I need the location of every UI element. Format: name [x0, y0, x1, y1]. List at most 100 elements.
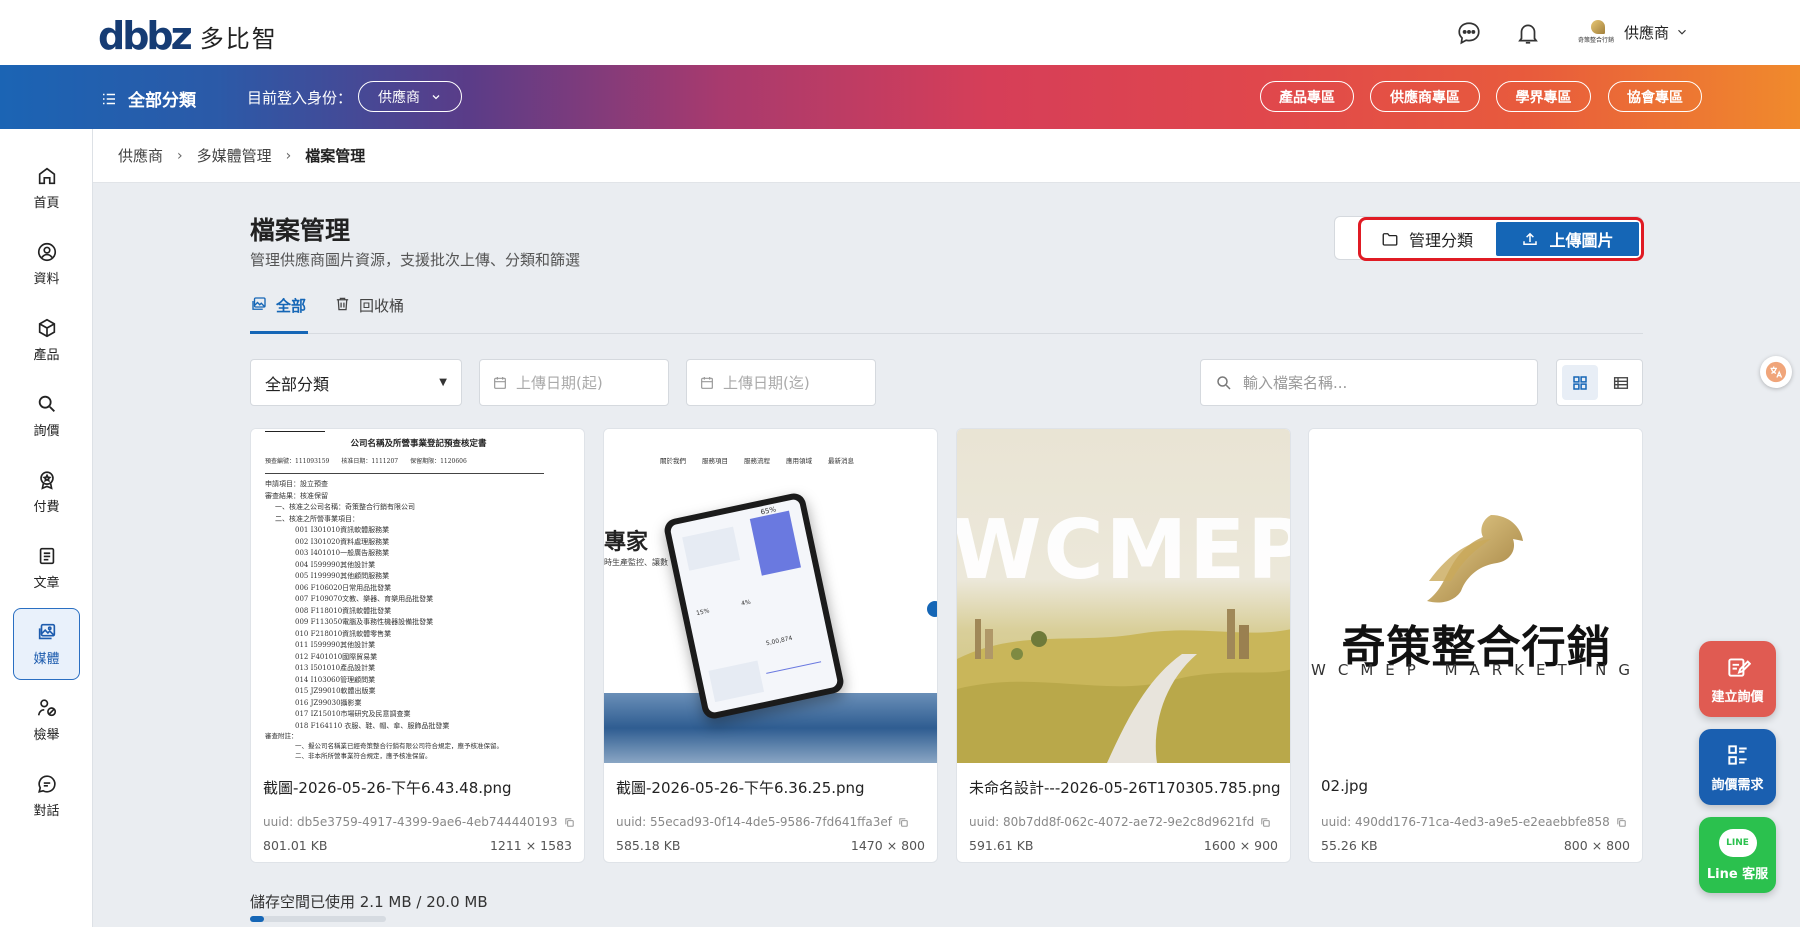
role-select[interactable]: 供應商 — [358, 81, 462, 112]
sidebar-item-label: 對話 — [33, 804, 60, 819]
doc-line: 審查附註： — [265, 732, 298, 740]
landscape-illustration — [957, 609, 1290, 763]
file-uuid-text: uuid: db5e3759-4917-4399-9ae6-4eb7444401… — [263, 815, 558, 829]
document-icon — [39, 547, 54, 565]
date-start-input[interactable]: 上傳日期(起) — [479, 359, 669, 406]
doc-line: 二、非本所所營事業符合規定，應予核准保留。 — [295, 752, 432, 760]
storage-progress-fill — [250, 916, 265, 922]
doc-line: 007 F109070文教、樂器、育樂用品批發業 — [295, 595, 434, 603]
doc-title: 公司名稱及所營事業登記預查核定書 — [350, 439, 487, 449]
all-categories-button[interactable]: 全部分類 — [100, 86, 196, 111]
sidebar-item-profile[interactable]: 資料 — [13, 228, 80, 300]
zone-button-suppliers[interactable]: 供應商專區 — [1370, 81, 1480, 112]
doc-line: 一、核准之公司名稱：奇策整合行銷有限公司 — [275, 503, 415, 511]
date-start-placeholder: 上傳日期(起) — [516, 374, 603, 392]
sidebar-item-products[interactable]: 產品 — [13, 304, 80, 376]
sidebar-item-home[interactable]: 首頁 — [13, 152, 80, 224]
zone-button-academia[interactable]: 學界專區 — [1496, 81, 1591, 112]
breadcrumb-item-supplier[interactable]: 供應商 — [118, 145, 163, 166]
file-size: 55.26 KB — [1321, 838, 1378, 853]
tab-all[interactable]: 全部 — [250, 295, 308, 334]
file-card[interactable]: WCMEP 未命名設計---2026-05-26T170305.785.png … — [956, 428, 1291, 863]
doc-line: 005 I199990其他顧問服務業 — [295, 572, 390, 580]
file-name: 未命名設計---2026-05-26T170305.785.png — [969, 779, 1281, 797]
doc-line: 010 F218010資訊軟體零售業 — [295, 629, 392, 638]
date-end-placeholder: 上傳日期(迄) — [723, 374, 810, 392]
copy-icon[interactable] — [1616, 817, 1627, 828]
role-label: 目前登入身份： — [247, 89, 353, 107]
tablet-mockup: 65% 15% 4% 5,00,874 — [662, 491, 846, 721]
file-card[interactable]: 公司名稱及所營事業登記預查核定書 預查編號：111093159 核准日期：111… — [250, 428, 585, 863]
zone-button-products[interactable]: 產品專區 — [1260, 81, 1354, 112]
upload-image-button[interactable]: 上傳圖片 — [1496, 222, 1639, 256]
tab-label: 回收桶 — [359, 297, 405, 315]
sidebar-item-report[interactable]: 檢舉 — [13, 684, 80, 756]
web-subheading: 時生產監控、讓數 — [604, 558, 668, 567]
file-size: 591.61 KB — [969, 838, 1034, 853]
doc-line: 二、核准之所營事業項目： — [275, 514, 359, 523]
grid-icon — [1573, 375, 1587, 390]
tab-recycle-bin[interactable]: 回收桶 — [334, 295, 404, 334]
page-subtitle: 管理供應商圖片資源，支援批次上傳、分類和篩選 — [250, 251, 581, 269]
inquiry-needs-button[interactable]: 詢價需求 — [1699, 729, 1776, 805]
table-list-icon — [1613, 376, 1629, 389]
file-uuid: uuid: db5e3759-4917-4399-9ae6-4eb7444401… — [263, 815, 575, 829]
category-nav-bar: 全部分類 目前登入身份： 供應商 產品專區 供應商專區 學界專區 協會專區 — [0, 65, 1800, 129]
doc-line: 一、擬公司名稱業已經奇策整合行銷有限公司符合規定，應予核准保留。 — [295, 742, 503, 750]
web-nav-item: 最新消息 — [828, 457, 854, 465]
date-end-input[interactable]: 上傳日期(迄) — [686, 359, 876, 406]
file-thumbnail-banner: WCMEP — [957, 429, 1290, 763]
line-support-label: Line 客服 — [1706, 866, 1769, 882]
home-icon — [38, 167, 55, 185]
manage-categories-button[interactable]: 管理分類 — [1362, 222, 1492, 256]
dash-highlight-card — [749, 510, 801, 576]
dash-pct: 15% — [695, 607, 711, 618]
user-menu[interactable]: 奇策整合行銷 供應商 — [1578, 19, 1689, 45]
category-filter-select[interactable]: 全部分類 ▼ — [250, 359, 462, 406]
folder-icon — [1382, 233, 1398, 246]
chat-icon[interactable] — [1456, 20, 1482, 46]
copy-icon[interactable] — [898, 817, 909, 828]
eagle-logo-icon — [1427, 515, 1523, 603]
doc-line: 009 F113050電腦及事務性機器設備批發業 — [295, 618, 434, 626]
line-icon: LINE — [1718, 828, 1757, 857]
bell-icon[interactable] — [1515, 20, 1541, 46]
web-heading: 專家 — [604, 530, 649, 555]
filename-search-input[interactable]: 輸入檔案名稱... — [1200, 359, 1538, 406]
web-nav-item: 應用領域 — [786, 457, 812, 465]
sidebar-item-label: 付費 — [33, 500, 60, 515]
view-toggle — [1556, 359, 1643, 406]
create-inquiry-button[interactable]: 建立詢價 — [1699, 641, 1776, 717]
translate-button[interactable] — [1760, 356, 1792, 388]
doc-line: 015 JZ99010軟體出版業 — [295, 687, 376, 695]
doc-footer: 審查附註： 一、擬公司名稱業已經奇策整合行銷有限公司符合規定，應予核准保留。 二… — [265, 731, 572, 761]
logo[interactable]: dbbz 多比智 — [98, 17, 278, 55]
file-size: 801.01 KB — [263, 838, 328, 853]
list-view-button[interactable] — [1603, 365, 1639, 400]
chevron-right-icon: › — [285, 147, 292, 164]
copy-icon[interactable] — [564, 817, 575, 828]
breadcrumb-item-media[interactable]: 多媒體管理 — [197, 145, 272, 166]
sidebar-item-chat[interactable]: 對話 — [13, 760, 80, 832]
sidebar-item-articles[interactable]: 文章 — [13, 532, 80, 604]
doc-line: 017 IZ15010市場研究及民意調查業 — [295, 710, 411, 718]
sidebar-item-payment[interactable]: 付費 — [13, 456, 80, 528]
breadcrumb-item-current: 檔案管理 — [305, 147, 366, 165]
sidebar-item-media[interactable]: 媒體 — [13, 608, 80, 680]
file-card[interactable]: 奇策整合行銷 WCMEP MARKETING 02.jpg uuid: 490d… — [1308, 428, 1643, 863]
grid-view-button[interactable] — [1562, 365, 1598, 400]
web-nav-item: 服務項目 — [702, 457, 728, 465]
file-thumbnail-logo: 奇策整合行銷 WCMEP MARKETING — [1309, 429, 1642, 763]
badge-icon — [39, 471, 54, 490]
dash-panel — [708, 660, 765, 703]
web-nav: 關於我們 服務項目 服務流程 應用領域 最新消息 — [660, 455, 854, 465]
file-card[interactable]: 關於我們 服務項目 服務流程 應用領域 最新消息 專家 時生產監控、讓數 65%… — [603, 428, 938, 863]
line-support-button[interactable]: LINE Line 客服 — [1699, 817, 1776, 893]
sidebar: 首頁 資料 產品 詢價 付費 文章 媒體 檢舉 對話 — [0, 129, 93, 927]
sidebar-item-inquiry[interactable]: 詢價 — [13, 380, 80, 452]
brand-name-en: WCMEP MARKETING — [1311, 661, 1642, 679]
copy-icon[interactable] — [1260, 817, 1271, 828]
tabs: 全部 回收桶 — [250, 292, 1643, 334]
zone-button-association[interactable]: 協會專區 — [1608, 81, 1702, 112]
logo-text: 多比智 — [199, 24, 278, 53]
